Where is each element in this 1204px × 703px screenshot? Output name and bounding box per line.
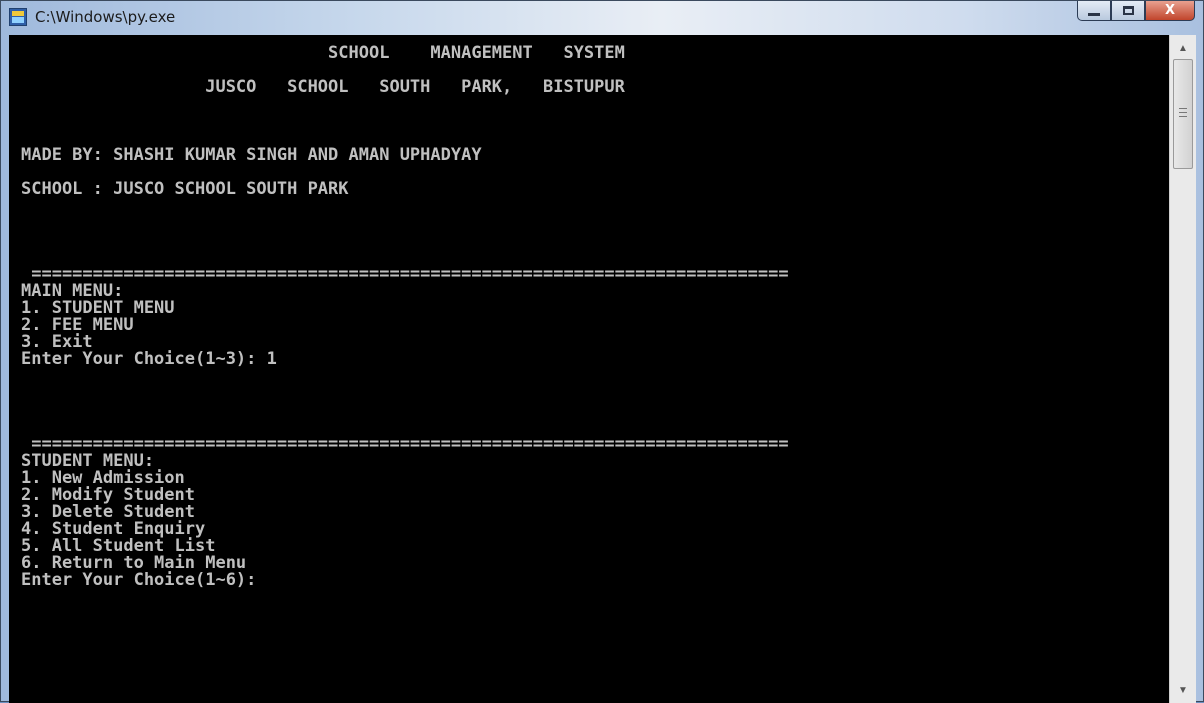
scroll-thumb[interactable] — [1173, 59, 1193, 169]
console-line: MADE BY: SHASHI KUMAR SINGH AND AMAN UPH… — [21, 145, 482, 165]
console-text: SCHOOL MANAGEMENT SYSTEM JUSCO SCHOOL SO… — [21, 45, 789, 589]
scroll-down-button[interactable]: ▼ — [1170, 679, 1196, 701]
close-icon: X — [1164, 3, 1176, 18]
maximize-icon — [1122, 6, 1134, 15]
vertical-scrollbar[interactable]: ▲ ▼ — [1169, 35, 1196, 703]
close-button[interactable]: X — [1145, 1, 1195, 21]
console-output[interactable]: SCHOOL MANAGEMENT SYSTEM JUSCO SCHOOL SO… — [9, 35, 1169, 703]
grip-line — [1179, 112, 1187, 113]
scroll-up-arrow-icon: ▲ — [1178, 42, 1188, 54]
grip-line — [1179, 116, 1187, 117]
minimize-icon — [1088, 13, 1100, 16]
maximize-button[interactable] — [1111, 1, 1145, 21]
console-line: Enter Your Choice(1~3): 1 — [21, 349, 277, 369]
minimize-button[interactable] — [1077, 1, 1111, 21]
console-line: SCHOOL : JUSCO SCHOOL SOUTH PARK — [21, 179, 349, 199]
title-bar[interactable]: C:\Windows\py.exe X — [1, 1, 1204, 35]
console-line: JUSCO SCHOOL SOUTH PARK, BISTUPUR — [21, 77, 625, 97]
console-line: 1. STUDENT MENU — [21, 298, 175, 318]
console-app-icon[interactable] — [9, 8, 27, 26]
scroll-down-arrow-icon: ▼ — [1178, 684, 1188, 696]
grip-line — [1179, 108, 1187, 109]
console-line: ========================================… — [21, 264, 789, 284]
console-line: Enter Your Choice(1~6): — [21, 570, 257, 590]
scroll-up-button[interactable]: ▲ — [1170, 37, 1196, 59]
window-title: C:\Windows\py.exe — [35, 8, 176, 26]
console-line: SCHOOL MANAGEMENT SYSTEM — [21, 43, 625, 63]
console-window: C:\Windows\py.exe X SCHOOL MANAGEMENT SY… — [0, 0, 1204, 703]
caption-buttons: X — [1077, 1, 1195, 23]
console-line: 2. FEE MENU — [21, 315, 134, 335]
